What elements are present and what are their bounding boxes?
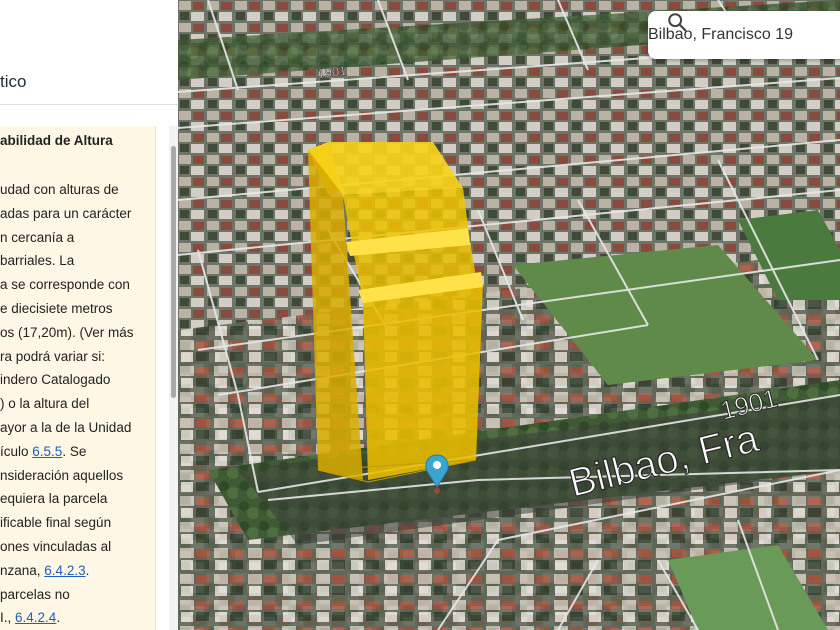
card-line-text: nsideración aquellos <box>0 467 124 483</box>
card-line-text: I., <box>0 610 16 626</box>
article-link[interactable]: 6.5.5 <box>32 444 62 459</box>
card-line-text: . Se <box>62 443 87 459</box>
card-line-text: parcelas no <box>0 586 70 602</box>
card-line-text: a se corresponde con <box>0 277 130 293</box>
card-line: ificable final según <box>0 511 160 535</box>
card-line-text: ones vinculadas al <box>0 538 112 554</box>
card-line-text: nzana, <box>0 562 45 578</box>
card-line-text: ) o la altura del <box>0 396 90 412</box>
card-line: nzana, 6.4.2.3. <box>0 559 160 583</box>
card-line-text: os (17,20m). (Ver más <box>0 324 134 340</box>
article-link[interactable]: 6.4.2.3 <box>44 563 85 578</box>
search-icon[interactable] <box>666 11 688 33</box>
map-view[interactable]: Bilbao, Fra 1901 1901 Bilbao, Francisco … <box>178 0 840 630</box>
card-line-text: ículo <box>0 443 33 459</box>
panel-divider <box>0 104 178 105</box>
card-line-text: . <box>85 562 90 578</box>
card-line: os (17,20m). (Ver más <box>0 321 160 345</box>
satellite-3d-scene: Bilbao, Fra 1901 1901 <box>178 0 840 630</box>
card-line-text: indero Catalogado <box>0 372 111 388</box>
card-line-text: equiera la parcela <box>0 491 108 507</box>
card-line: udad con alturas de <box>0 178 160 202</box>
panel-title: tico <box>0 72 27 91</box>
card-heading: abilidad de Altura <box>0 133 113 148</box>
card-line: ículo 6.5.5. Se <box>0 440 160 464</box>
card-line: ones vinculadas al <box>0 535 160 559</box>
card-line: a se corresponde con <box>0 273 160 297</box>
card-line: parcelas no <box>0 583 160 607</box>
search-box[interactable]: Bilbao, Francisco 19 <box>648 11 840 59</box>
building-massing-3d <box>308 142 483 483</box>
card-line-text: ificable final según <box>0 515 112 531</box>
card-line-text: adas para un carácter <box>0 205 132 221</box>
card-line: ayor a la de la Unidad <box>0 416 160 440</box>
card-line: I., 6.4.2.4. <box>0 606 160 630</box>
card-line: indero Catalogado <box>0 368 160 392</box>
card-body-text: udad con alturas de adas para un carácter… <box>0 178 160 630</box>
card-line: ) o la altura del <box>0 392 160 416</box>
card-line: equiera la parcela <box>0 487 160 511</box>
card-line-text: ra podrá variar si: <box>0 348 106 364</box>
card-line-text: e diecisiete metros <box>0 300 113 316</box>
card-line: n cercanía a <box>0 226 160 250</box>
card-line: nsideración aquellos <box>0 464 160 488</box>
card-line-text: barriales. La <box>0 253 75 269</box>
card-line: barriales. La <box>0 249 160 273</box>
article-link[interactable]: 6.4.2.4 <box>15 610 56 625</box>
card-line-text: ayor a la de la Unidad <box>0 419 132 435</box>
card-line: e diecisiete metros <box>0 297 160 321</box>
info-panel: tico abilidad de Altura udad con alturas… <box>0 0 178 630</box>
street-number-label-top: 1901 <box>317 63 347 81</box>
card-line-text: udad con alturas de <box>0 182 119 197</box>
scrollbar-thumb[interactable] <box>171 146 176 398</box>
card-line: ra podrá variar si: <box>0 345 160 369</box>
card-line: adas para un carácter <box>0 202 160 226</box>
card-line-text: . <box>56 610 61 626</box>
card-line-text: n cercanía a <box>0 229 75 245</box>
